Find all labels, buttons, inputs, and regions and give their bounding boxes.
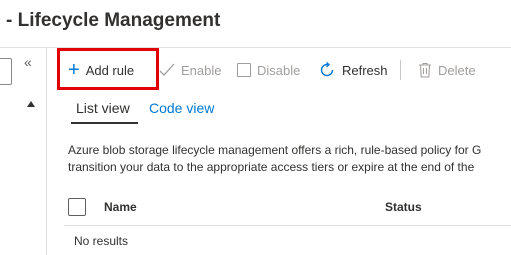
- refresh-icon: [320, 61, 334, 77]
- enable-button[interactable]: Enable: [159, 52, 221, 88]
- tab-code-view[interactable]: Code view: [149, 100, 214, 116]
- delete-label: Delete: [438, 62, 476, 78]
- refresh-label: Refresh: [342, 62, 388, 78]
- sidebar-divider: [46, 48, 47, 255]
- collapsed-sidebar-search[interactable]: [0, 58, 12, 85]
- delete-button[interactable]: Delete: [418, 52, 476, 88]
- add-rule-highlight-box: [57, 48, 159, 90]
- disable-button[interactable]: Disable: [237, 52, 300, 88]
- enable-label: Enable: [181, 62, 222, 78]
- trash-icon: [419, 62, 431, 78]
- empty-table-message: No results: [74, 234, 129, 248]
- collapse-chevrons-icon[interactable]: «: [24, 55, 32, 69]
- column-header-name[interactable]: Name: [104, 200, 137, 214]
- checkmark-icon: [159, 63, 175, 76]
- tab-list-view-label: List view: [76, 100, 130, 116]
- active-tab-underline: [71, 122, 138, 124]
- description-line-1: Azure blob storage lifecycle management …: [68, 143, 482, 157]
- checkbox-icon: [237, 63, 251, 77]
- column-header-status[interactable]: Status: [385, 200, 422, 214]
- tab-list-view[interactable]: List view: [76, 100, 130, 116]
- description-line-2: transition your data to the appropriate …: [68, 160, 475, 174]
- page-title: - Lifecycle Management: [6, 10, 221, 31]
- scroll-up-icon[interactable]: [27, 101, 35, 107]
- select-all-checkbox[interactable]: [68, 198, 86, 216]
- description-text: Azure blob storage lifecycle management …: [68, 142, 481, 176]
- tab-code-view-label: Code view: [149, 100, 215, 116]
- refresh-button[interactable]: Refresh: [318, 52, 388, 88]
- toolbar-separator: [400, 60, 401, 80]
- disable-label: Disable: [257, 62, 301, 78]
- table-header-divider: [64, 225, 511, 226]
